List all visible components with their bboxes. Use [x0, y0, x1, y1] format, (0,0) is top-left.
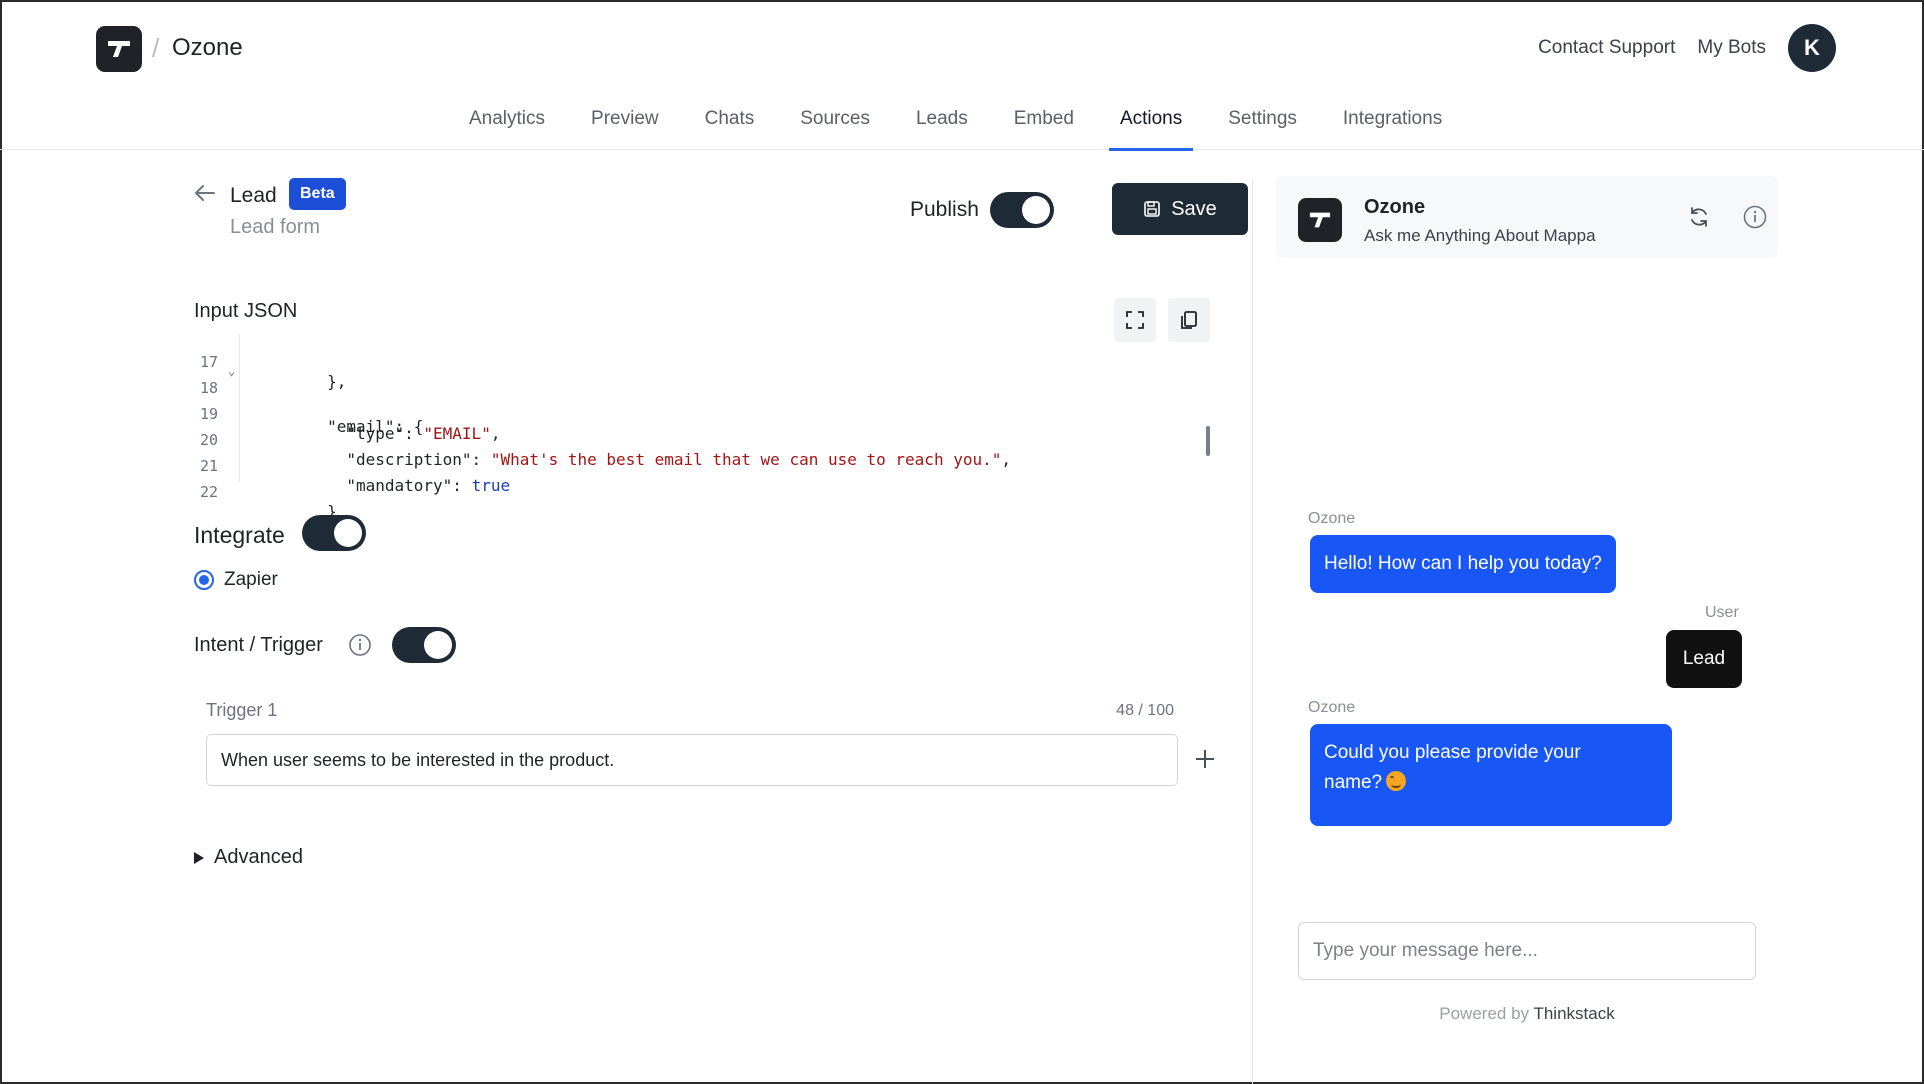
fold-chevron-icon[interactable]: ⌄	[228, 364, 235, 378]
message-sender: User	[1705, 604, 1739, 621]
action-editor: Lead Beta Lead form Publish Save Input J…	[190, 150, 1248, 1080]
message-sender: Ozone	[1308, 510, 1356, 527]
code-line: 17 },	[194, 334, 1204, 391]
top-bar: / Ozone Contact Support My Bots K Analyt…	[0, 0, 1924, 151]
code-scrollbar[interactable]	[1206, 426, 1210, 456]
trigger-input[interactable]	[206, 734, 1178, 786]
toggle-knob	[424, 631, 452, 659]
bot-name-breadcrumb[interactable]: Ozone	[172, 34, 243, 62]
expand-icon	[1126, 311, 1144, 329]
trigger-char-count: 48 / 100	[1116, 702, 1174, 719]
copy-icon	[1181, 311, 1197, 329]
tab-chats[interactable]: Chats	[682, 96, 778, 150]
intent-trigger-label: Intent / Trigger	[194, 634, 323, 656]
bot-message: Could you please provide your name?	[1310, 724, 1672, 826]
app-logo-icon[interactable]	[96, 26, 142, 72]
header-actions: Contact Support My Bots K	[1538, 24, 1836, 72]
powered-by-label: Powered by	[1439, 1004, 1530, 1023]
breadcrumb-separator: /	[152, 33, 160, 63]
bot-message: Hello! How can I help you today?	[1310, 535, 1616, 593]
message-sender: Ozone	[1308, 699, 1356, 716]
message-line-2: name?	[1324, 768, 1658, 798]
refresh-icon[interactable]	[1686, 204, 1712, 230]
code-line: 18 ⌄ "email": {	[194, 360, 1204, 436]
nav-tabs: Analytics Preview Chats Sources Leads Em…	[446, 96, 1465, 151]
info-icon[interactable]	[1742, 204, 1768, 230]
tab-integrations[interactable]: Integrations	[1320, 96, 1465, 150]
publish-toggle[interactable]	[990, 192, 1054, 228]
input-json-label: Input JSON	[194, 300, 298, 322]
chat-preview-header: Ozone Ask me Anything About Mappa	[1276, 176, 1778, 258]
code-line: 21 "mandatory": true	[194, 438, 1204, 495]
user-message: Lead	[1666, 630, 1742, 688]
save-icon	[1144, 201, 1161, 217]
json-code-editor[interactable]: 17 }, 18 ⌄ "email": { 19 "type": "EMAIL"…	[194, 334, 1204, 521]
integrate-toggle[interactable]	[302, 515, 366, 551]
chat-message-input[interactable]	[1298, 922, 1756, 980]
save-button[interactable]: Save	[1112, 183, 1248, 235]
caret-right-icon	[194, 851, 204, 864]
publish-label: Publish	[910, 198, 979, 221]
tab-actions[interactable]: Actions	[1097, 96, 1205, 151]
toggle-knob	[1022, 196, 1050, 224]
zapier-label: Zapier	[224, 569, 278, 590]
tab-sources[interactable]: Sources	[777, 96, 893, 150]
tab-leads[interactable]: Leads	[893, 96, 991, 150]
toggle-knob	[334, 519, 362, 547]
line-number: 22	[200, 483, 219, 501]
save-label: Save	[1171, 197, 1217, 220]
my-bots-link[interactable]: My Bots	[1697, 37, 1766, 59]
intent-trigger-toggle[interactable]	[392, 627, 456, 663]
powered-by-brand-link[interactable]: Thinkstack	[1533, 1004, 1614, 1023]
message-line: Could you please provide your	[1324, 742, 1581, 763]
tab-preview[interactable]: Preview	[568, 96, 682, 150]
add-trigger-icon[interactable]	[1192, 746, 1218, 772]
code-line: 22 }	[194, 464, 1204, 521]
advanced-label: Advanced	[214, 846, 303, 868]
zapier-radio[interactable]	[194, 570, 214, 590]
user-avatar[interactable]: K	[1788, 24, 1836, 72]
back-arrow-icon[interactable]	[192, 180, 218, 206]
contact-support-link[interactable]: Contact Support	[1538, 37, 1675, 59]
bot-logo-icon	[1298, 198, 1342, 242]
chat-bot-name: Ozone	[1364, 196, 1426, 218]
code-line: 20 "description": "What's the best email…	[194, 412, 1204, 469]
radio-dot	[199, 575, 209, 585]
action-subtitle: Lead form	[230, 216, 321, 238]
trigger-label: Trigger 1	[206, 700, 278, 720]
chat-bot-tagline: Ask me Anything About Mappa	[1364, 226, 1596, 245]
info-icon[interactable]	[348, 633, 372, 657]
beta-badge: Beta	[289, 178, 346, 210]
tab-embed[interactable]: Embed	[991, 96, 1097, 150]
advanced-toggle[interactable]: Advanced	[194, 846, 303, 869]
message-line: name?	[1324, 772, 1383, 793]
panel-divider	[1252, 178, 1253, 1084]
code-line: 19 "type": "EMAIL",	[194, 386, 1204, 443]
tab-settings[interactable]: Settings	[1205, 96, 1320, 150]
tab-analytics[interactable]: Analytics	[446, 96, 568, 150]
powered-by: Powered by Thinkstack	[1298, 1004, 1756, 1024]
integrate-label: Integrate	[194, 522, 285, 548]
smiley-emoji-icon	[1386, 771, 1407, 791]
action-title: Lead	[230, 184, 277, 207]
